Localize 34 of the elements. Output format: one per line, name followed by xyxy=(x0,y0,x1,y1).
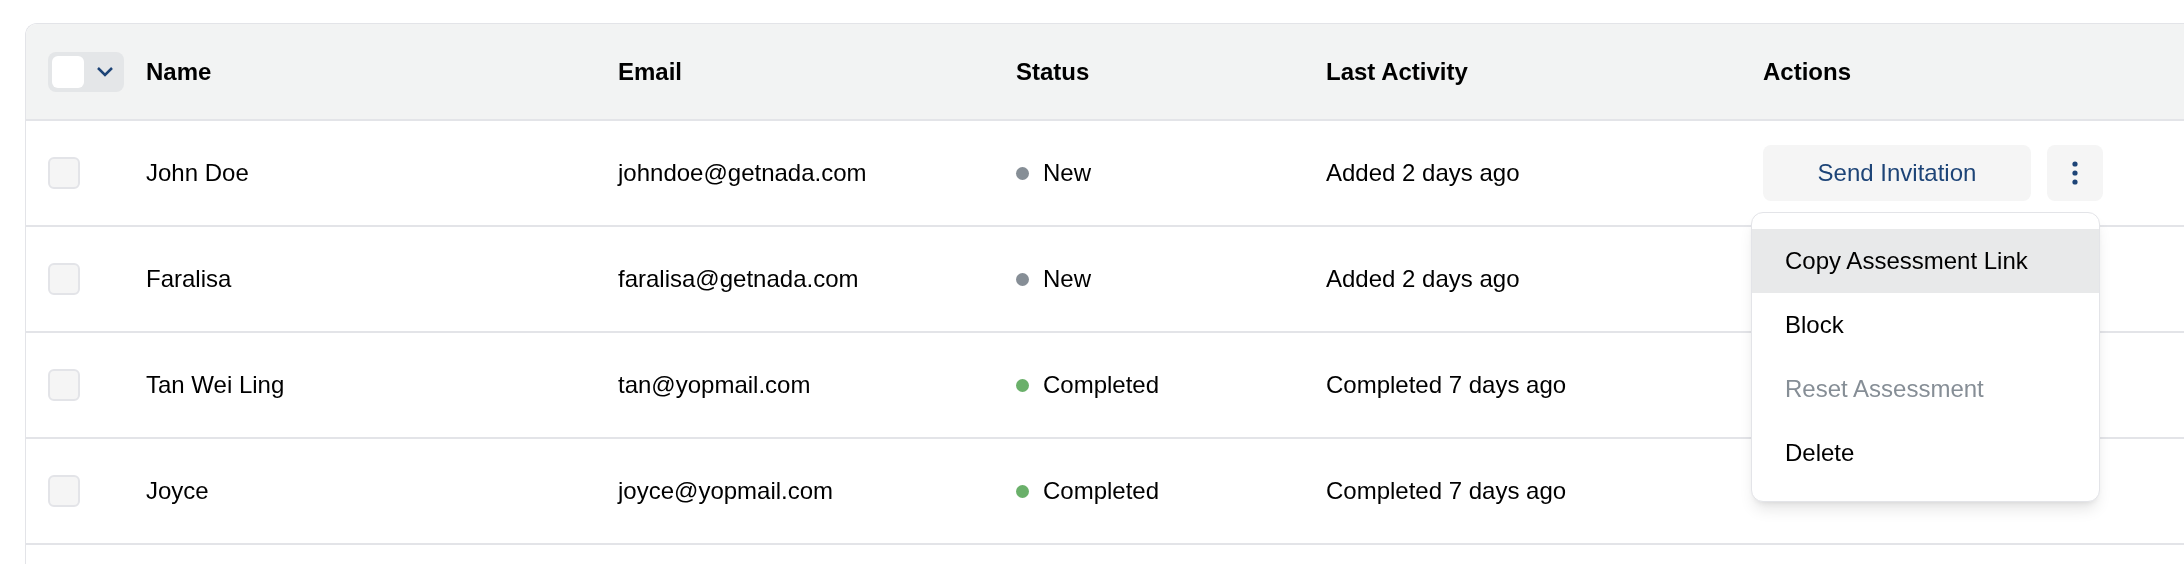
email-cell: johndoe@getnada.com xyxy=(618,159,867,186)
row-checkbox[interactable] xyxy=(48,369,80,401)
column-header: Email xyxy=(618,57,683,85)
status-label: New xyxy=(1043,264,1091,294)
column-header: Name xyxy=(146,57,212,85)
name-cell: Faralisa xyxy=(146,265,232,292)
email-cell: tan@yopmail.com xyxy=(618,371,811,398)
status-label: New xyxy=(1043,158,1091,188)
column-header: Status xyxy=(1016,57,1090,85)
column-header: Last Activity xyxy=(1326,57,1468,85)
email-cell: faralisa@getnada.com xyxy=(618,265,859,292)
email-cell: joyce@yopmail.com xyxy=(618,477,834,504)
last-activity-cell: Added 2 days ago xyxy=(1326,159,1520,186)
more-options-button[interactable] xyxy=(2047,145,2103,201)
name-cell: Tan Wei Ling xyxy=(146,371,285,398)
select-all-checkbox[interactable] xyxy=(52,55,84,88)
send-invitation-button[interactable]: Send Invitation xyxy=(1763,145,2031,201)
row-checkbox[interactable] xyxy=(48,263,80,295)
vertical-dots-icon xyxy=(2072,161,2078,185)
last-activity-cell: Added 2 days ago xyxy=(1326,265,1520,292)
row-checkbox[interactable] xyxy=(48,157,80,189)
menu-item[interactable]: Delete xyxy=(1752,421,2099,485)
name-cell: Joyce xyxy=(146,477,209,504)
status-label: Completed xyxy=(1043,370,1160,400)
chevron-down-icon xyxy=(96,65,114,78)
menu-item[interactable]: Block xyxy=(1752,293,2099,357)
status-label: Completed xyxy=(1043,476,1160,506)
name-cell: John Doe xyxy=(146,159,249,186)
column-header: Actions xyxy=(1763,57,1851,85)
last-activity-cell: Completed 7 days ago xyxy=(1326,477,1567,504)
menu-item[interactable]: Copy Assessment Link xyxy=(1752,229,2099,293)
select-all-dropdown[interactable] xyxy=(48,51,124,92)
row-checkbox[interactable] xyxy=(48,475,80,507)
last-activity-cell: Completed 7 days ago xyxy=(1326,371,1567,398)
